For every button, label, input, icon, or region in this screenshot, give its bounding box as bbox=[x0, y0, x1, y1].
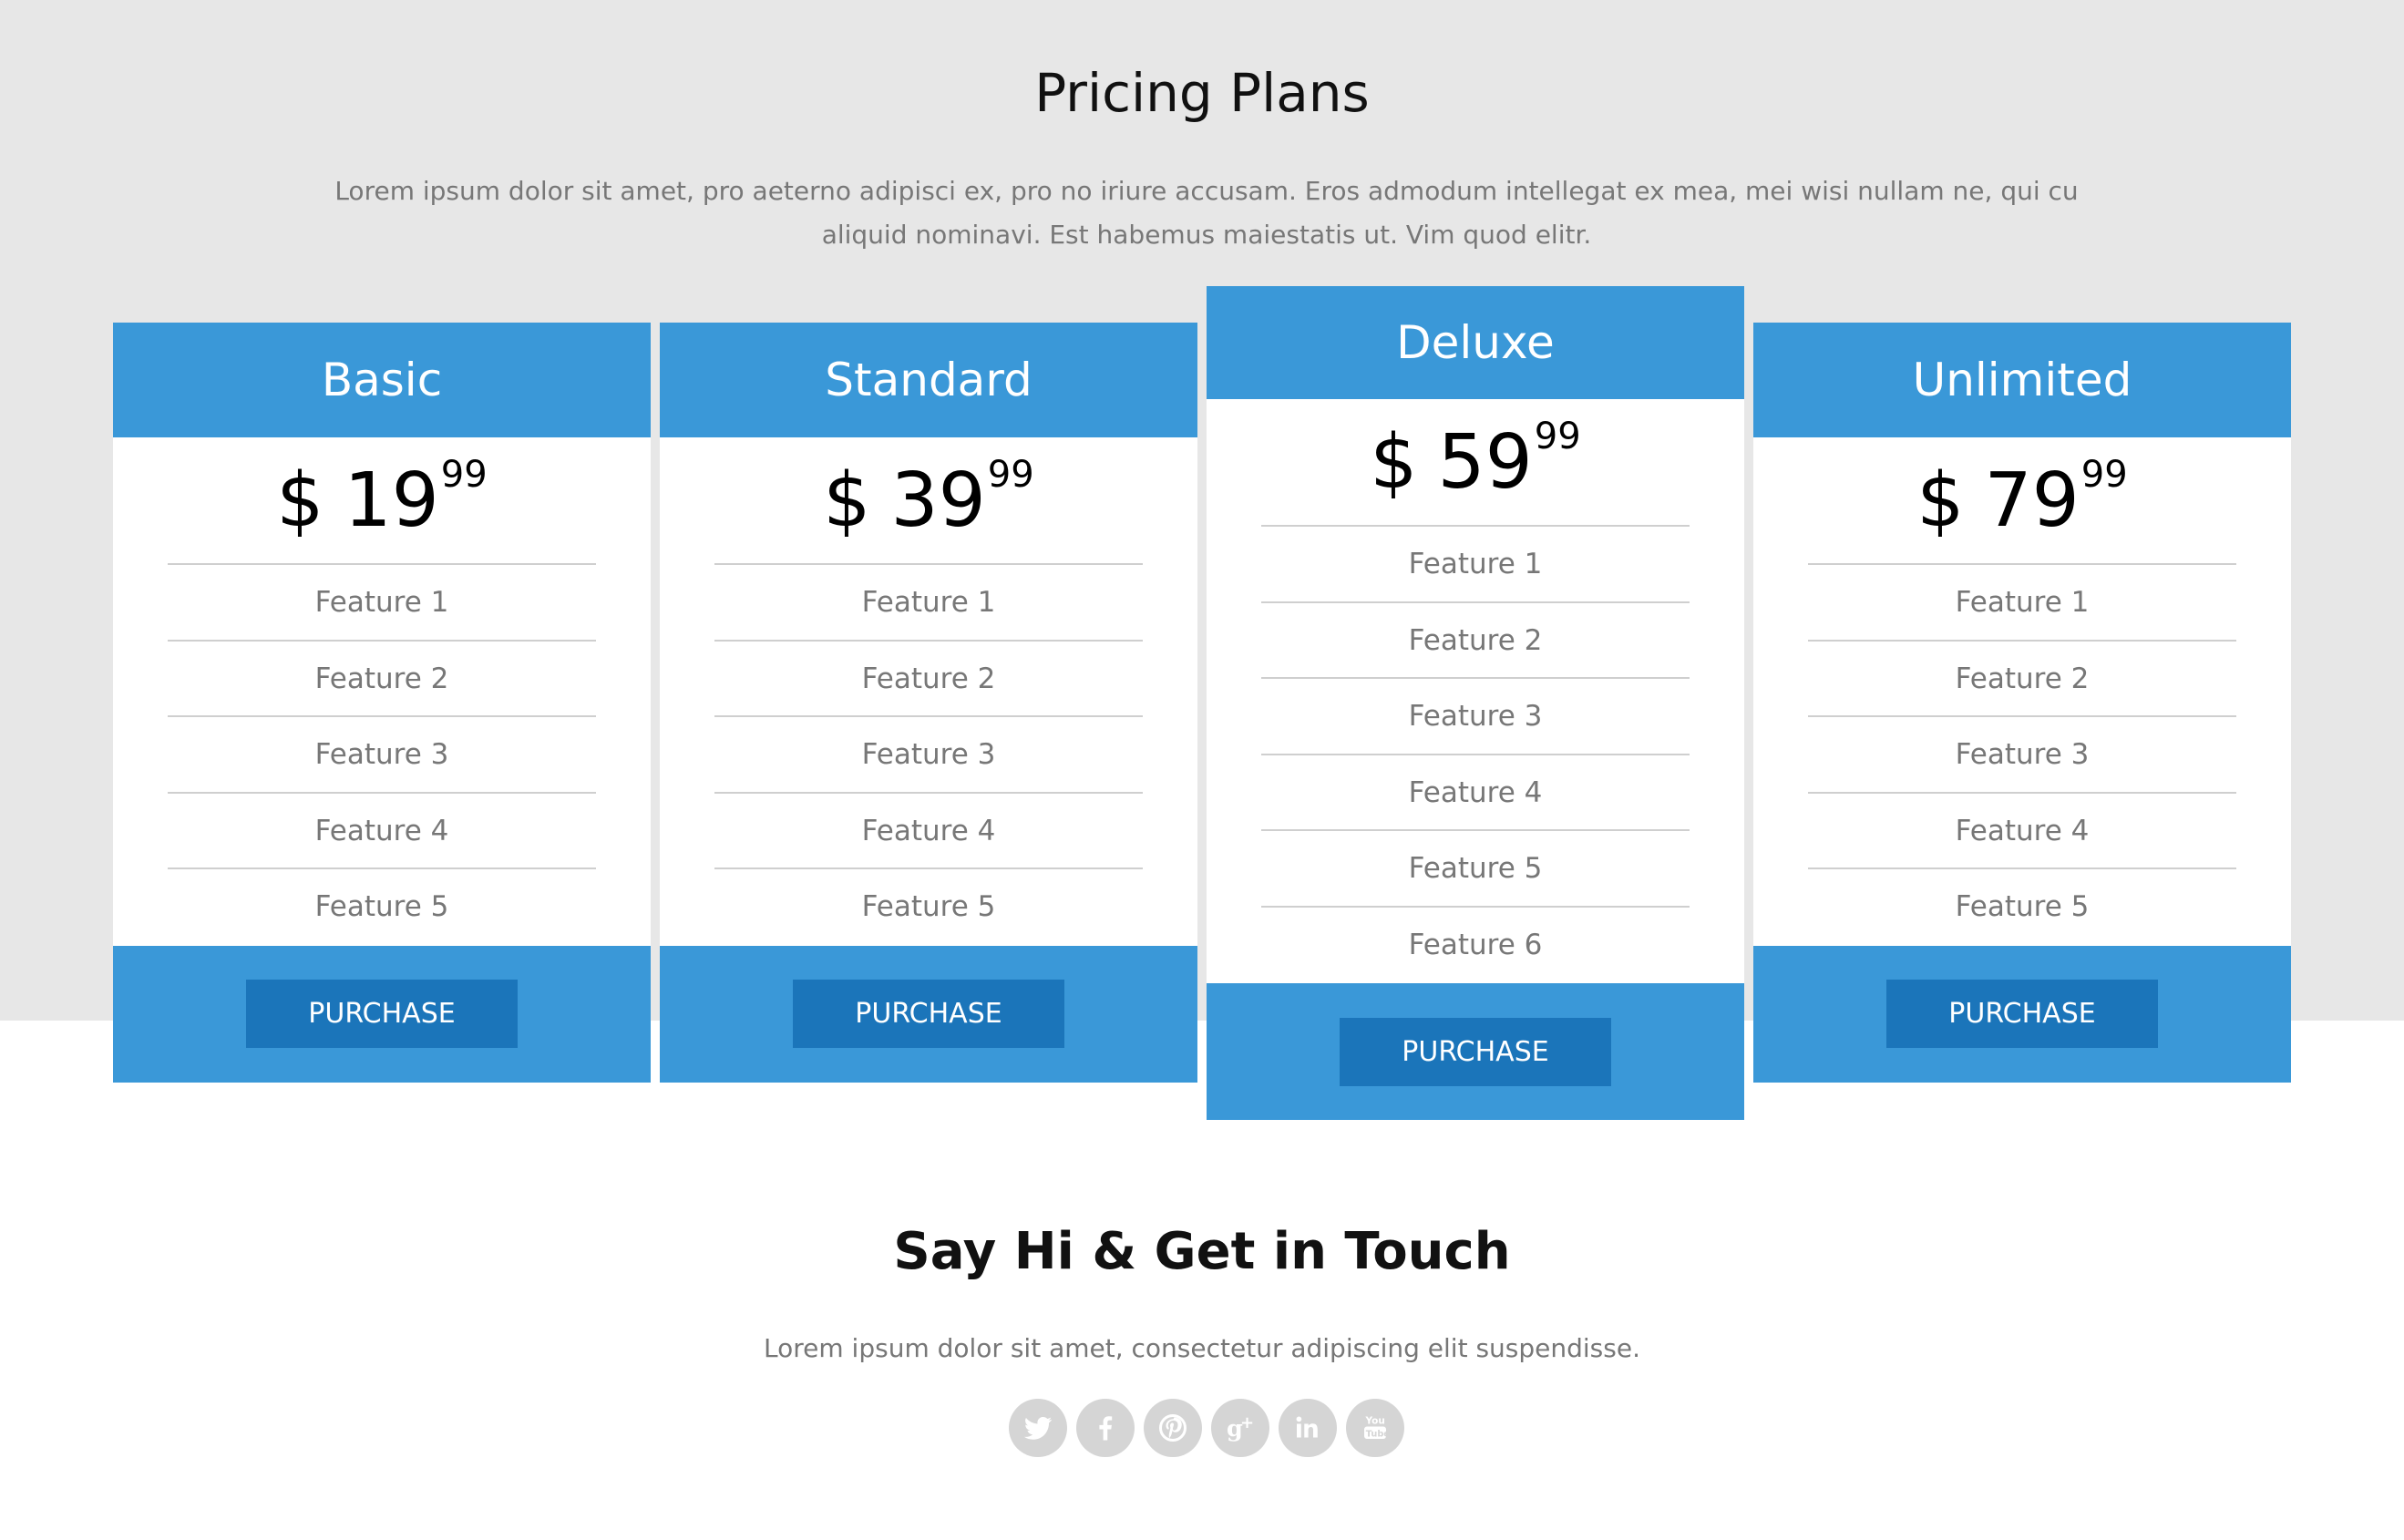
youtube-icon[interactable]: You Tube bbox=[1346, 1399, 1404, 1457]
price-amount: 59 bbox=[1437, 418, 1533, 506]
plan-footer: PURCHASE bbox=[1207, 983, 1744, 1120]
feature-item: Feature 4 bbox=[1261, 755, 1690, 831]
linkedin-icon[interactable] bbox=[1279, 1399, 1337, 1457]
feature-item: Feature 1 bbox=[168, 565, 596, 642]
pinterest-icon[interactable] bbox=[1144, 1399, 1202, 1457]
feature-item: Feature 1 bbox=[1808, 565, 2236, 642]
feature-item: Feature 4 bbox=[168, 794, 596, 869]
feature-list: Feature 1 Feature 2 Feature 3 Feature 4 … bbox=[168, 565, 596, 946]
feature-list: Feature 1 Feature 2 Feature 3 Feature 4 … bbox=[714, 565, 1143, 946]
svg-text:Tube: Tube bbox=[1366, 1429, 1391, 1439]
facebook-icon[interactable] bbox=[1076, 1399, 1135, 1457]
price-cents: 99 bbox=[1534, 416, 1581, 457]
plan-name: Unlimited bbox=[1753, 323, 2291, 437]
feature-item: Feature 2 bbox=[168, 642, 596, 717]
plan-price: $ 79 99 bbox=[1808, 437, 2236, 565]
plan-card-unlimited: Unlimited $ 79 99 Feature 1 Feature 2 Fe… bbox=[1753, 323, 2291, 1083]
price-cents: 99 bbox=[440, 454, 488, 496]
feature-item: Feature 3 bbox=[168, 717, 596, 794]
contact-subtitle: Lorem ipsum dolor sit amet, consectetur … bbox=[764, 1333, 1640, 1363]
contact-title: Say Hi & Get in Touch bbox=[893, 1222, 1511, 1281]
feature-item: Feature 3 bbox=[1808, 717, 2236, 794]
feature-item: Feature 1 bbox=[1261, 527, 1690, 603]
plan-footer: PURCHASE bbox=[1753, 945, 2291, 1083]
plan-price: $ 59 99 bbox=[1261, 399, 1690, 527]
plan-name: Basic bbox=[113, 323, 651, 437]
price-cents: 99 bbox=[987, 454, 1034, 496]
feature-list: Feature 1 Feature 2 Feature 3 Feature 4 … bbox=[1808, 565, 2236, 946]
feature-item: Feature 5 bbox=[1261, 831, 1690, 908]
feature-item: Feature 4 bbox=[1808, 794, 2236, 869]
feature-item: Feature 3 bbox=[1261, 679, 1690, 755]
feature-item: Feature 2 bbox=[1808, 642, 2236, 717]
price-currency: $ bbox=[823, 457, 871, 544]
plan-name: Deluxe bbox=[1207, 286, 1744, 399]
social-links: g + You Tube bbox=[1009, 1399, 1404, 1457]
svg-text:You: You bbox=[1365, 1416, 1385, 1427]
pricing-subtitle: Lorem ipsum dolor sit amet, pro aeterno … bbox=[334, 176, 2079, 250]
price-amount: 39 bbox=[890, 457, 986, 544]
plan-card-deluxe: Deluxe $ 59 99 Feature 1 Feature 2 Featu… bbox=[1207, 286, 1744, 1120]
plan-footer: PURCHASE bbox=[660, 945, 1197, 1083]
price-currency: $ bbox=[1916, 457, 1965, 544]
purchase-button-basic[interactable]: PURCHASE bbox=[246, 980, 518, 1048]
feature-list: Feature 1 Feature 2 Feature 3 Feature 4 … bbox=[1261, 527, 1690, 983]
feature-item: Feature 6 bbox=[1408, 928, 1543, 961]
purchase-button-standard[interactable]: PURCHASE bbox=[793, 980, 1064, 1048]
google-plus-icon[interactable]: g + bbox=[1211, 1399, 1269, 1457]
feature-item: Feature 5 bbox=[861, 890, 996, 923]
price-currency: $ bbox=[1370, 418, 1418, 506]
feature-item: Feature 2 bbox=[714, 642, 1143, 717]
purchase-button-unlimited[interactable]: PURCHASE bbox=[1886, 980, 2158, 1048]
plan-card-basic: Basic $ 19 99 Feature 1 Feature 2 Featur… bbox=[113, 323, 651, 1083]
feature-item: Feature 2 bbox=[1261, 603, 1690, 679]
twitter-icon[interactable] bbox=[1009, 1399, 1067, 1457]
price-currency: $ bbox=[276, 457, 324, 544]
feature-item: Feature 1 bbox=[714, 565, 1143, 642]
price-amount: 19 bbox=[344, 457, 439, 544]
plan-name: Standard bbox=[660, 323, 1197, 437]
plan-card-standard: Standard $ 39 99 Feature 1 Feature 2 Fea… bbox=[660, 323, 1197, 1083]
svg-text:+: + bbox=[1240, 1413, 1254, 1432]
plan-price: $ 19 99 bbox=[168, 437, 596, 565]
feature-item: Feature 3 bbox=[714, 717, 1143, 794]
feature-item: Feature 5 bbox=[314, 890, 449, 923]
feature-item: Feature 4 bbox=[714, 794, 1143, 869]
plan-price: $ 39 99 bbox=[714, 437, 1143, 565]
purchase-button-deluxe[interactable]: PURCHASE bbox=[1340, 1017, 1611, 1086]
price-amount: 79 bbox=[1984, 457, 2080, 544]
feature-item: Feature 5 bbox=[1955, 890, 2090, 923]
price-cents: 99 bbox=[2080, 454, 2128, 496]
pricing-title: Pricing Plans bbox=[1034, 62, 1370, 124]
plan-footer: PURCHASE bbox=[113, 945, 651, 1083]
